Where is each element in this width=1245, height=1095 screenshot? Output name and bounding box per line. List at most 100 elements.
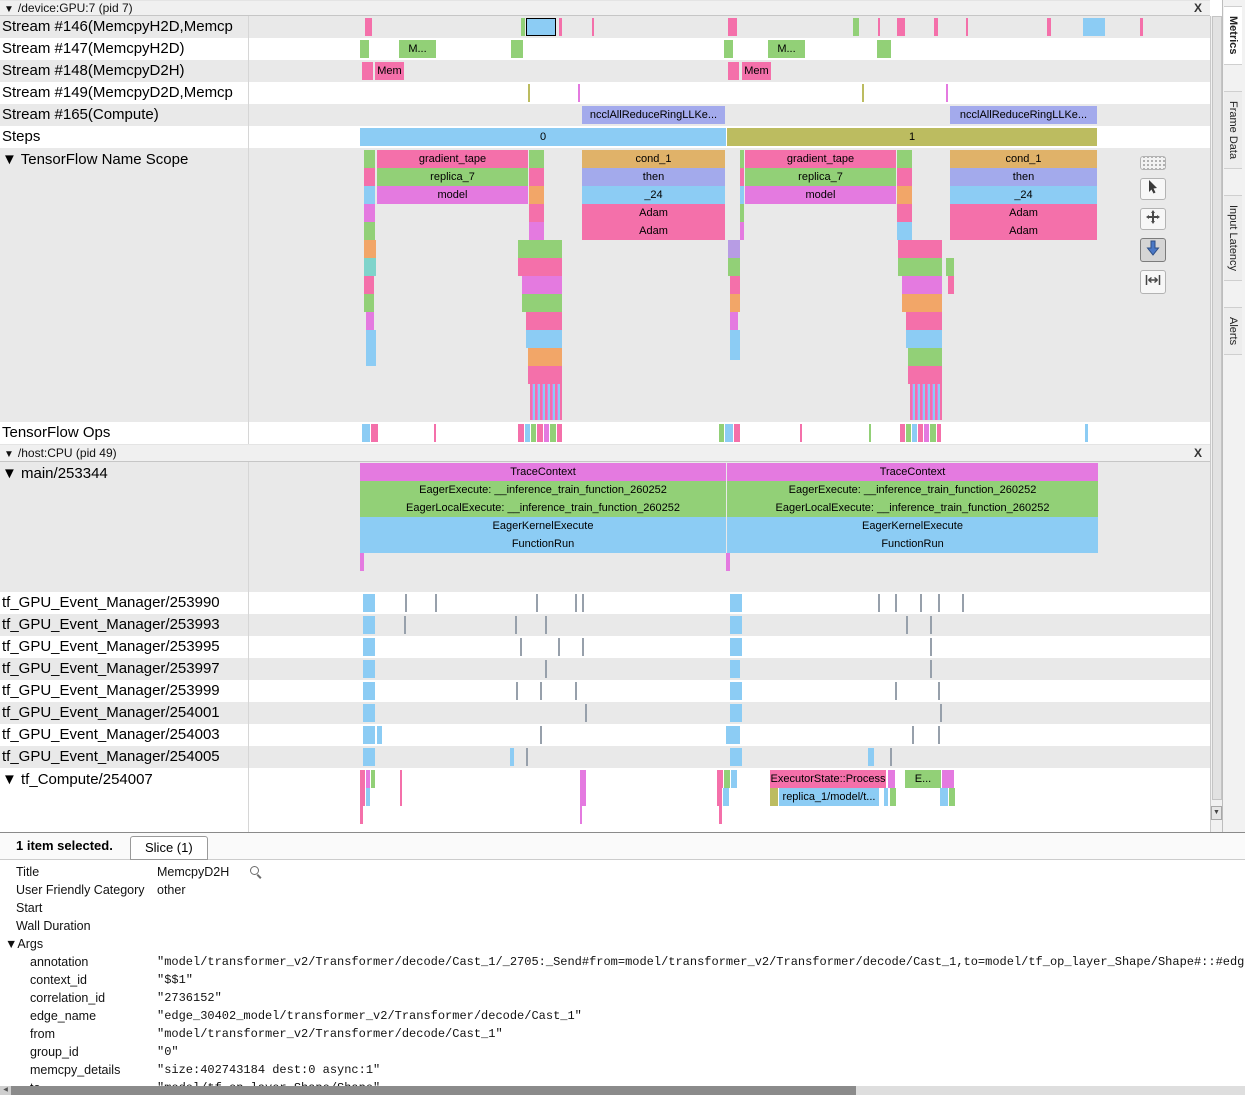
trace-event[interactable] bbox=[1083, 18, 1105, 36]
track-label-stream-149-memcpyd2d-memcp[interactable]: Stream #149(MemcpyD2D,Memcp bbox=[2, 84, 246, 101]
trace-event[interactable] bbox=[937, 424, 941, 442]
track-label-stream-148-memcpyd2h[interactable]: Stream #148(MemcpyD2H) bbox=[2, 62, 246, 79]
trace-event[interactable] bbox=[526, 330, 562, 348]
trace-event[interactable] bbox=[364, 222, 375, 240]
trace-event[interactable] bbox=[730, 594, 742, 612]
track-label-tf-gpu-event-manager-253993[interactable]: tf_GPU_Event_Manager/253993 bbox=[2, 616, 246, 633]
trace-event[interactable] bbox=[363, 660, 375, 678]
trace-event[interactable] bbox=[906, 330, 942, 348]
trace-event[interactable] bbox=[521, 18, 525, 36]
trace-event-m[interactable]: M... bbox=[768, 40, 805, 58]
trace-event[interactable] bbox=[910, 384, 942, 402]
trace-event[interactable] bbox=[930, 424, 936, 442]
trace-event[interactable] bbox=[908, 366, 942, 384]
trace-event[interactable] bbox=[585, 704, 587, 722]
trace-event[interactable] bbox=[890, 788, 896, 806]
sidebar-tab-alerts[interactable]: Alerts bbox=[1224, 307, 1242, 355]
trace-event-e[interactable]: E... bbox=[905, 770, 941, 788]
trace-event[interactable] bbox=[728, 18, 737, 36]
track-label-tf-gpu-event-manager-253999[interactable]: tf_GPU_Event_Manager/253999 bbox=[2, 682, 246, 699]
trace-event[interactable] bbox=[550, 424, 556, 442]
track-label-tf-gpu-event-manager-254005[interactable]: tf_GPU_Event_Manager/254005 bbox=[2, 748, 246, 765]
trace-event[interactable] bbox=[545, 660, 547, 678]
trace-event[interactable] bbox=[900, 424, 905, 442]
trace-event-replica-7[interactable]: replica_7 bbox=[377, 168, 528, 186]
trace-event[interactable] bbox=[912, 424, 917, 442]
trace-event[interactable] bbox=[730, 616, 742, 634]
trace-event-24[interactable]: _24 bbox=[582, 186, 725, 204]
trace-event[interactable] bbox=[364, 204, 375, 222]
trace-event[interactable] bbox=[897, 204, 912, 222]
trace-event-m[interactable]: M... bbox=[399, 40, 436, 58]
trace-event[interactable] bbox=[516, 682, 518, 700]
trace-event[interactable] bbox=[895, 682, 897, 700]
trace-event[interactable] bbox=[559, 18, 562, 36]
trace-event[interactable] bbox=[770, 788, 778, 806]
pan-tool-button[interactable] bbox=[1140, 208, 1166, 230]
trace-event[interactable] bbox=[728, 258, 740, 276]
trace-event[interactable] bbox=[902, 294, 942, 312]
trace-event[interactable] bbox=[364, 276, 374, 294]
trace-event[interactable] bbox=[884, 788, 888, 806]
trace-event[interactable] bbox=[575, 682, 577, 700]
trace-event-functionrun[interactable]: FunctionRun bbox=[360, 535, 726, 553]
trace-event[interactable] bbox=[511, 40, 523, 58]
trace-event[interactable] bbox=[363, 594, 375, 612]
trace-event[interactable] bbox=[1140, 18, 1143, 36]
trace-event[interactable] bbox=[525, 424, 530, 442]
gpu-close-button[interactable]: X bbox=[1194, 1, 1202, 16]
trace-event[interactable] bbox=[377, 726, 382, 744]
trace-event[interactable] bbox=[360, 40, 369, 58]
trace-event[interactable] bbox=[363, 748, 375, 766]
sidebar-tab-frame-data[interactable]: Frame Data bbox=[1224, 91, 1242, 169]
trace-event[interactable] bbox=[528, 84, 530, 102]
trace-event[interactable] bbox=[526, 748, 528, 766]
trace-event[interactable] bbox=[740, 222, 744, 240]
palette-grip-handle[interactable] bbox=[1140, 156, 1166, 170]
track-label-main-253344[interactable]: ▼ main/253344 bbox=[2, 465, 246, 482]
trace-event[interactable] bbox=[582, 594, 584, 612]
trace-event[interactable] bbox=[364, 258, 376, 276]
track-label-tf-gpu-event-manager-253990[interactable]: tf_GPU_Event_Manager/253990 bbox=[2, 594, 246, 611]
trace-event[interactable] bbox=[717, 788, 722, 806]
trace-event[interactable] bbox=[906, 616, 908, 634]
trace-event[interactable] bbox=[529, 186, 544, 204]
trace-event[interactable] bbox=[910, 402, 942, 420]
trace-event-eagerkernelexecute[interactable]: EagerKernelExecute bbox=[360, 517, 726, 535]
trace-event[interactable] bbox=[853, 18, 859, 36]
trace-event[interactable] bbox=[728, 240, 740, 258]
trace-event-replica-7[interactable]: replica_7 bbox=[745, 168, 896, 186]
trace-event[interactable] bbox=[400, 788, 402, 806]
trace-event[interactable] bbox=[949, 788, 955, 806]
trace-event[interactable] bbox=[724, 40, 733, 58]
trace-event[interactable] bbox=[897, 150, 912, 168]
trace-event[interactable] bbox=[529, 222, 544, 240]
trace-event[interactable] bbox=[522, 276, 562, 294]
trace-event[interactable] bbox=[730, 704, 742, 722]
trace-event[interactable] bbox=[897, 168, 912, 186]
trace-event-gradient-tape[interactable]: gradient_tape bbox=[377, 150, 528, 168]
trace-event[interactable] bbox=[934, 18, 938, 36]
track-label-stream-165-compute[interactable]: Stream #165(Compute) bbox=[2, 106, 246, 123]
trace-event[interactable] bbox=[920, 594, 922, 612]
zoom-tool-button[interactable] bbox=[1140, 238, 1166, 262]
trace-event[interactable] bbox=[575, 594, 577, 612]
trace-event[interactable] bbox=[800, 424, 802, 442]
trace-event-eagerexecute-inference-train-function-260252[interactable]: EagerExecute: __inference_train_function… bbox=[360, 481, 726, 499]
trace-event[interactable] bbox=[730, 276, 740, 294]
track-label-steps[interactable]: Steps bbox=[2, 128, 246, 145]
trace-event-model[interactable]: model bbox=[745, 186, 896, 204]
trace-event[interactable] bbox=[740, 204, 744, 222]
trace-event[interactable] bbox=[363, 638, 375, 656]
trace-event[interactable] bbox=[930, 616, 932, 634]
args-section-toggle[interactable]: ▼Args bbox=[5, 935, 155, 953]
trace-event[interactable] bbox=[908, 348, 942, 366]
trace-event[interactable] bbox=[558, 638, 560, 656]
trace-event[interactable] bbox=[522, 294, 562, 312]
trace-event-replica-1-model-t[interactable]: replica_1/model/t... bbox=[779, 788, 879, 806]
trace-event[interactable] bbox=[526, 18, 556, 36]
trace-event[interactable] bbox=[531, 424, 536, 442]
trace-event[interactable] bbox=[730, 294, 740, 312]
trace-event[interactable] bbox=[362, 424, 370, 442]
trace-event[interactable] bbox=[906, 312, 942, 330]
